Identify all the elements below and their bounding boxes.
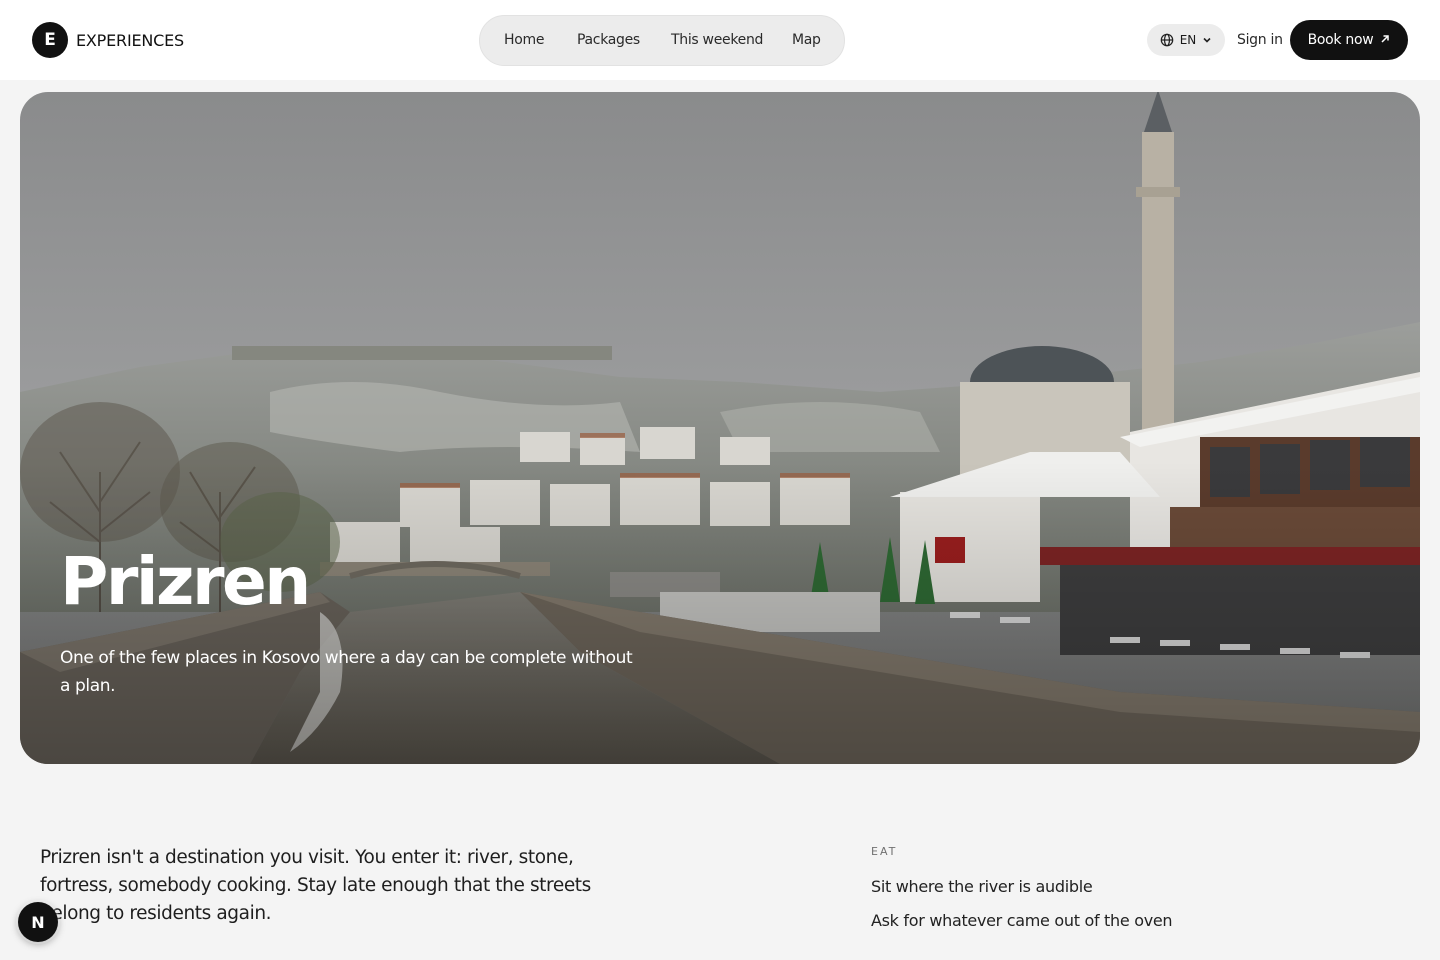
chevron-down-icon bbox=[1202, 35, 1212, 45]
hero-banner: Prizren One of the few places in Kosovo … bbox=[20, 92, 1420, 764]
eat-section-label: EAT bbox=[871, 845, 898, 858]
main-nav: Home Packages This weekend Map bbox=[479, 15, 845, 66]
nav-item-map[interactable]: Map bbox=[792, 16, 821, 65]
language-selector[interactable]: EN bbox=[1147, 24, 1225, 56]
arrow-up-right-icon bbox=[1380, 32, 1390, 48]
eat-list: Sit where the river is audible Ask for w… bbox=[871, 874, 1351, 942]
top-navigation-bar: E EXPERIENCES Home Packages This weekend… bbox=[0, 0, 1440, 80]
brand-logo-link[interactable]: E EXPERIENCES bbox=[32, 22, 184, 58]
globe-icon bbox=[1160, 33, 1174, 47]
nav-item-this-weekend[interactable]: This weekend bbox=[671, 16, 763, 65]
dev-tools-badge[interactable]: N bbox=[18, 902, 58, 942]
book-now-button[interactable]: Book now bbox=[1290, 20, 1408, 60]
intro-paragraph: Prizren isn't a destination you visit. Y… bbox=[40, 847, 591, 924]
eat-list-item: Sit where the river is audible bbox=[871, 877, 1093, 896]
book-now-label: Book now bbox=[1307, 32, 1374, 48]
nav-item-packages[interactable]: Packages bbox=[577, 16, 640, 65]
brand-mark-icon: E bbox=[32, 22, 68, 58]
hero-title: Prizren bbox=[60, 543, 311, 620]
eat-list-item: Ask for whatever came out of the oven bbox=[871, 911, 1173, 930]
language-code: EN bbox=[1179, 33, 1197, 47]
brand-name: EXPERIENCES bbox=[76, 30, 184, 50]
hero-subtitle: One of the few places in Kosovo where a … bbox=[60, 648, 633, 696]
sign-in-link[interactable]: Sign in bbox=[1237, 28, 1283, 52]
nav-item-home[interactable]: Home bbox=[504, 16, 544, 65]
